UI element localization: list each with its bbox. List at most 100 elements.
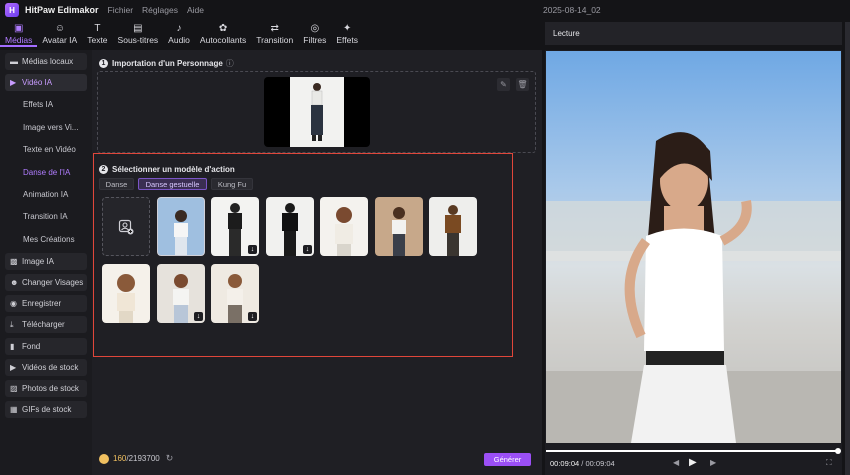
- stock-photo-icon: ▨: [10, 384, 18, 393]
- main-toolbar: ▣ Médias ☺ Avatar IA T Texte ▤ Sous-titr…: [0, 20, 542, 47]
- sidebar-sub-effets-ia[interactable]: Effets IA: [23, 100, 53, 109]
- tab-kung-fu[interactable]: Kung Fu: [211, 178, 253, 190]
- sidebar-item-label: Télécharger: [22, 320, 65, 329]
- tab-texte[interactable]: T Texte: [82, 20, 112, 47]
- gif-icon: ▦: [10, 405, 18, 414]
- play-icon[interactable]: ▶: [689, 457, 697, 468]
- current-time: 00:09:04: [550, 459, 580, 468]
- action-title-text: Sélectionner un modèle d'action: [112, 165, 235, 174]
- player-title: Lecture: [553, 29, 580, 38]
- tab-audio[interactable]: ♪ Audio: [163, 20, 195, 47]
- previous-frame-icon[interactable]: ◀: [673, 458, 679, 467]
- info-icon[interactable]: ⓘ: [226, 58, 234, 69]
- add-person-icon: [118, 219, 134, 234]
- menu-reglages[interactable]: Réglages: [142, 5, 178, 15]
- sidebar-item-image-ia[interactable]: ▩ Image IA: [5, 253, 87, 270]
- sidebar-item-changer-visages[interactable]: ☻ Changer Visages: [5, 274, 87, 291]
- template-thumbnail[interactable]: [320, 197, 368, 256]
- sidebar-item-label: Vidéo IA: [22, 78, 53, 87]
- sidebar-item-enregistrer[interactable]: ◉ Enregistrer: [5, 295, 87, 312]
- total-time: 00:09:04: [585, 459, 615, 468]
- download-icon: ⤓: [10, 319, 14, 329]
- tab-label: Audio: [168, 35, 190, 45]
- app-name: HitPaw Edimakor: [25, 5, 99, 15]
- sidebar-item-video-ia[interactable]: ▶ Vidéo IA: [5, 74, 87, 91]
- delete-icon[interactable]: 🗑: [516, 78, 529, 91]
- sidebar-item-label: Image IA: [22, 257, 55, 266]
- tab-sous-titres[interactable]: ▤ Sous-titres: [113, 20, 164, 47]
- sidebar-item-label: Vidéos de stock: [22, 363, 79, 372]
- edit-icon[interactable]: ✎: [497, 78, 510, 91]
- tab-danse-gestuelle[interactable]: Danse gestuelle: [138, 178, 207, 190]
- template-thumbnail[interactable]: ↓: [266, 197, 314, 256]
- download-icon[interactable]: ↓: [303, 245, 312, 254]
- download-icon[interactable]: ↓: [248, 245, 257, 254]
- credits-used: 160: [113, 454, 127, 463]
- sidebar-sub-mes-creations[interactable]: Mes Créations: [23, 235, 75, 244]
- upload-template-button[interactable]: [102, 197, 150, 256]
- stock-video-icon: ▶: [10, 363, 17, 372]
- sidebar-item-photos-stock[interactable]: ▨ Photos de stock: [5, 380, 87, 397]
- sidebar-sub-animation-ia[interactable]: Animation IA: [23, 190, 68, 199]
- tab-label: Autocollants: [199, 35, 247, 45]
- download-icon[interactable]: ↓: [194, 312, 203, 321]
- sidebar-item-fond[interactable]: ▮ Fond: [5, 338, 87, 355]
- timecode: 00:09:04 / 00:09:04: [550, 459, 615, 468]
- filters-icon: ◎: [310, 23, 320, 34]
- tab-label: Avatar IA: [42, 35, 78, 45]
- template-thumbnail[interactable]: ↓: [157, 264, 205, 323]
- character-preview: [264, 77, 370, 147]
- template-thumbnail[interactable]: [157, 197, 205, 256]
- sidebar-sub-image-vers-video[interactable]: Image vers Vi...: [23, 123, 78, 132]
- sidebar-item-videos-stock[interactable]: ▶ Vidéos de stock: [5, 359, 87, 376]
- tab-transition[interactable]: ⇄ Transition: [251, 20, 298, 47]
- sidebar-sub-texte-en-video[interactable]: Texte en Vidéo: [23, 145, 76, 154]
- audio-icon: ♪: [176, 23, 182, 34]
- credits-display: 160 /2193700 ↻: [99, 453, 173, 464]
- sidebar-sub-transition-ia[interactable]: Transition IA: [23, 212, 68, 221]
- download-icon[interactable]: ↓: [248, 312, 257, 321]
- template-thumbnail[interactable]: [429, 197, 477, 256]
- face-swap-icon: ☻: [10, 278, 19, 287]
- generate-button[interactable]: Générer: [484, 453, 531, 466]
- timeline-scrubber[interactable]: [546, 450, 838, 452]
- sidebar-item-label: GIFs de stock: [22, 405, 72, 414]
- video-preview[interactable]: [546, 51, 841, 443]
- sidebar-sub-danse-ia[interactable]: Danse de l'IA: [23, 168, 70, 177]
- refresh-icon[interactable]: ↻: [166, 453, 174, 464]
- template-thumbnail[interactable]: ↓: [211, 264, 259, 323]
- tab-avatar-ia[interactable]: ☺ Avatar IA: [37, 20, 82, 47]
- tab-autocollants[interactable]: ✿ Autocollants: [195, 20, 251, 47]
- sidebar-item-label: Médias locaux: [22, 57, 74, 66]
- step-number: 1: [99, 59, 108, 68]
- fullscreen-icon[interactable]: ⛶: [826, 458, 832, 468]
- coin-icon: [99, 453, 109, 464]
- tab-medias[interactable]: ▣ Médias: [0, 20, 38, 47]
- stickers-icon: ✿: [218, 23, 228, 34]
- tab-danse[interactable]: Danse: [99, 178, 134, 190]
- sidebar-item-label: Enregistrer: [22, 299, 62, 308]
- sidebar-item-telecharger[interactable]: ⤓ Télécharger: [5, 316, 87, 333]
- import-section-title: 1 Importation d'un Personnage ⓘ: [99, 58, 234, 69]
- import-title-text: Importation d'un Personnage: [112, 59, 223, 68]
- media-icon: ▣: [13, 23, 24, 34]
- character-image: [290, 77, 344, 147]
- video-ai-icon: ▶: [10, 78, 17, 87]
- title-bar: H HitPaw Edimakor Fichier Réglages Aide …: [0, 0, 850, 20]
- project-title: 2025-08-14_02: [543, 5, 601, 15]
- tab-effets[interactable]: ✦ Effets: [331, 20, 363, 47]
- scrubber-handle[interactable]: [835, 448, 841, 454]
- sidebar-item-label: Fond: [22, 342, 41, 351]
- template-thumbnail[interactable]: ↓: [211, 197, 259, 256]
- sidebar-item-gifs-stock[interactable]: ▦ GIFs de stock: [5, 401, 87, 418]
- sidebar-item-label: Changer Visages: [22, 278, 84, 287]
- credits-total: /2193700: [126, 454, 160, 463]
- menu-fichier[interactable]: Fichier: [108, 5, 134, 15]
- template-thumbnail[interactable]: [375, 197, 423, 256]
- menu-aide[interactable]: Aide: [187, 5, 204, 15]
- template-thumbnail[interactable]: [102, 264, 150, 323]
- tab-filtres[interactable]: ◎ Filtres: [298, 20, 331, 47]
- action-section-title: 2 Sélectionner un modèle d'action: [99, 165, 235, 174]
- next-frame-icon[interactable]: ▶: [710, 458, 716, 467]
- sidebar-item-medias-locaux[interactable]: ▬ Médias locaux: [5, 53, 87, 70]
